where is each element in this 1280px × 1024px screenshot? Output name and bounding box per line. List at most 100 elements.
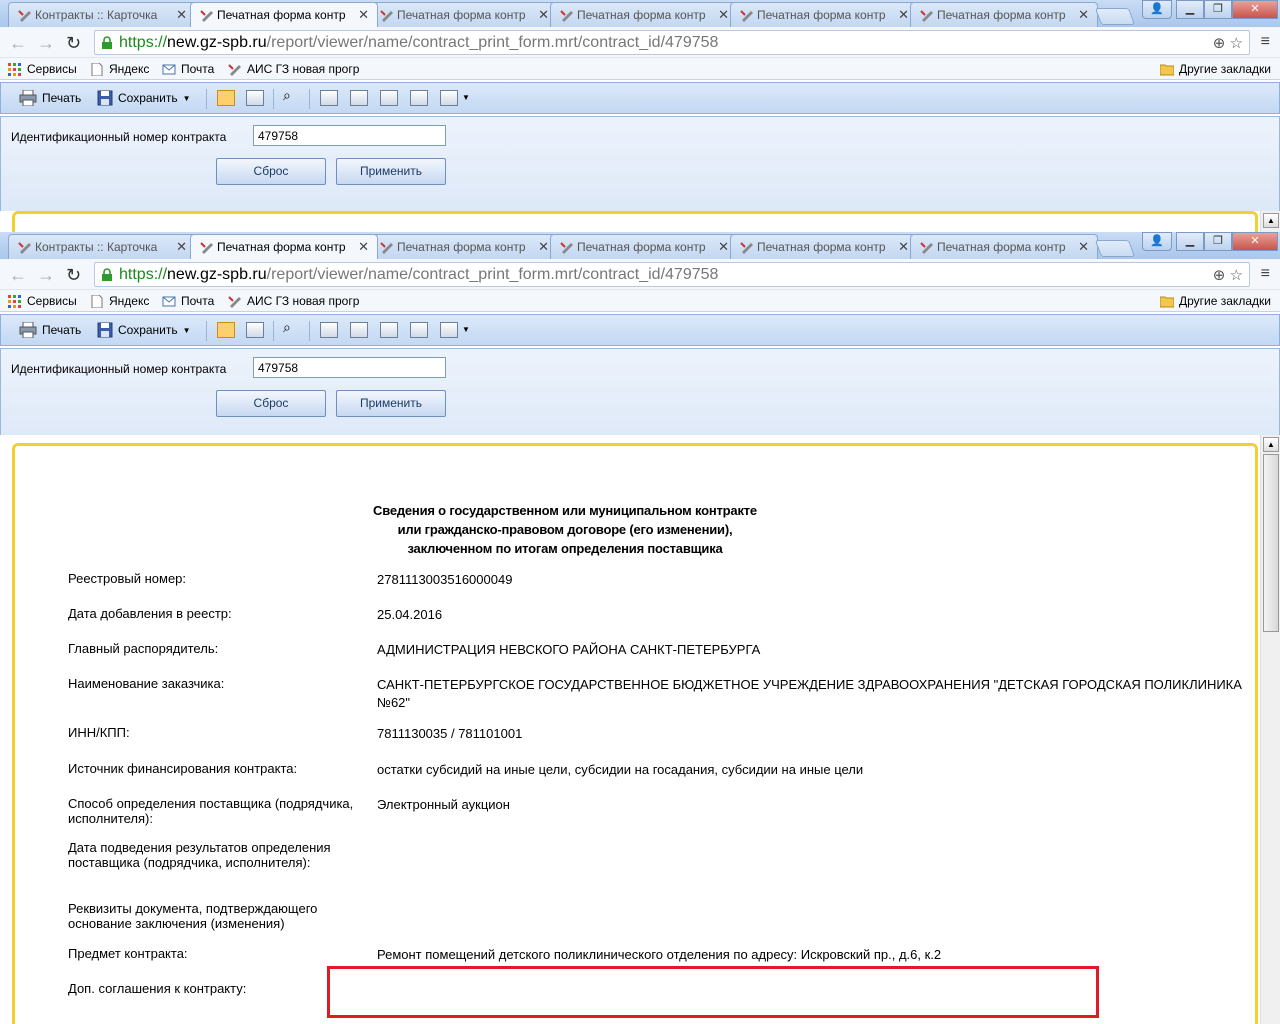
continuous-page-icon[interactable] — [350, 90, 368, 106]
bookmark-ais[interactable]: АИС ГЗ новая прогр — [228, 62, 359, 76]
apply-button[interactable]: Применить — [336, 390, 446, 417]
report-title-line: или гражданско-правовом договоре (его из… — [397, 522, 733, 537]
single-page-icon[interactable] — [320, 90, 338, 106]
browser-tab[interactable]: Печатная форма контр ✕ — [910, 2, 1098, 27]
back-icon[interactable]: ← — [9, 33, 27, 54]
browser-tab[interactable]: Печатная форма контр ✕ — [730, 2, 918, 27]
scrollbar-thumb[interactable] — [1263, 454, 1279, 632]
user-icon[interactable]: 👤 — [1142, 0, 1172, 19]
apps-icon — [8, 62, 21, 76]
menu-icon[interactable]: ≡ — [1261, 265, 1270, 283]
tab-close-icon[interactable]: ✕ — [176, 7, 187, 23]
zoom-icon[interactable]: ⊕ — [1213, 35, 1226, 52]
star-icon[interactable]: ☆ — [1230, 267, 1243, 284]
bookmark-yandex[interactable]: Яндекс — [90, 294, 149, 308]
parameters-panel-icon[interactable] — [246, 90, 264, 106]
address-bar[interactable]: https://new.gz-spb.ru/report/viewer/name… — [94, 262, 1250, 287]
tab-close-icon[interactable]: ✕ — [538, 239, 549, 255]
page-width-icon[interactable] — [410, 322, 428, 338]
maximize-button[interactable]: ❐ — [1204, 232, 1232, 251]
bookmark-services[interactable]: Сервисы — [8, 294, 77, 308]
close-window-button[interactable]: ✕ — [1232, 0, 1278, 19]
browser-tab[interactable]: Печатная форма контр ✕ — [550, 2, 738, 27]
tab-close-icon[interactable]: ✕ — [718, 239, 729, 255]
browser-window-main: Контракты :: Карточка ✕ Печатная форма к… — [0, 232, 1280, 1024]
tab-close-icon[interactable]: ✕ — [898, 239, 909, 255]
browser-tab[interactable]: Печатная форма контр ✕ — [730, 234, 918, 259]
bookmark-other[interactable]: Другие закладки — [1160, 62, 1271, 76]
star-icon[interactable]: ☆ — [1230, 35, 1243, 52]
bookmark-services[interactable]: Сервисы — [8, 62, 77, 76]
user-icon[interactable]: 👤 — [1142, 232, 1172, 251]
reload-icon[interactable]: ↻ — [66, 33, 81, 54]
forward-icon[interactable]: → — [37, 33, 55, 54]
tab-close-icon[interactable]: ✕ — [1078, 7, 1089, 23]
parameters-panel-icon[interactable] — [246, 322, 264, 338]
row-label: Предмет контракта: — [68, 946, 188, 961]
bookmark-mail[interactable]: Почта — [162, 62, 214, 76]
browser-tab[interactable]: Контракты :: Карточка ✕ — [8, 2, 196, 27]
zoom-icon[interactable]: ⊕ — [1213, 267, 1226, 284]
row-label: ИНН/КПП: — [68, 725, 130, 740]
continuous-page-icon[interactable] — [350, 322, 368, 338]
find-icon[interactable]: ⌕ — [283, 87, 301, 103]
tab-close-icon[interactable]: ✕ — [176, 239, 187, 255]
tab-close-icon[interactable]: ✕ — [358, 7, 369, 23]
single-page-icon[interactable] — [320, 322, 338, 338]
reset-button[interactable]: Сброс — [216, 390, 326, 417]
print-button[interactable]: Печать — [19, 90, 81, 106]
multi-page-icon[interactable] — [380, 90, 398, 106]
find-icon[interactable]: ⌕ — [283, 319, 301, 335]
reload-icon[interactable]: ↻ — [66, 265, 81, 286]
bookmarks-panel-icon[interactable] — [217, 90, 235, 106]
new-tab-button[interactable] — [1094, 240, 1136, 257]
close-window-button[interactable]: ✕ — [1232, 232, 1278, 251]
bookmark-yandex[interactable]: Яндекс — [90, 62, 149, 76]
browser-tab[interactable]: Печатная форма контр ✕ — [910, 234, 1098, 259]
apply-button[interactable]: Применить — [336, 158, 446, 185]
bookmark-other[interactable]: Другие закладки — [1160, 294, 1271, 308]
menu-icon[interactable]: ≡ — [1261, 33, 1270, 51]
bookmark-ais[interactable]: АИС ГЗ новая прогр — [228, 294, 359, 308]
back-icon[interactable]: ← — [9, 265, 27, 286]
contract-id-input[interactable]: 479758 — [253, 125, 446, 146]
vertical-scrollbar[interactable]: ▲ — [1260, 435, 1280, 1024]
browser-tab-active[interactable]: Печатная форма контр ✕ — [190, 2, 378, 27]
bookmarks-panel-icon[interactable] — [217, 322, 235, 338]
tab-close-icon[interactable]: ✕ — [1078, 239, 1089, 255]
tab-close-icon[interactable]: ✕ — [358, 239, 369, 255]
row-label: Способ определения поставщика (подрядчик… — [68, 796, 354, 826]
save-button[interactable]: Сохранить ▼ — [97, 322, 191, 338]
forward-icon[interactable]: → — [37, 265, 55, 286]
zoom-icon[interactable] — [440, 90, 458, 106]
scroll-up-icon[interactable]: ▲ — [1263, 213, 1279, 228]
scroll-up-icon[interactable]: ▲ — [1263, 437, 1279, 452]
vertical-scrollbar[interactable]: ▲ — [1260, 211, 1280, 232]
reset-button[interactable]: Сброс — [216, 158, 326, 185]
zoom-icon[interactable] — [440, 322, 458, 338]
browser-tab[interactable]: Печатная форма контр ✕ — [370, 234, 558, 259]
minimize-button[interactable]: ▁ — [1176, 232, 1204, 251]
tab-close-icon[interactable]: ✕ — [898, 7, 909, 23]
tab-close-icon[interactable]: ✕ — [538, 7, 549, 23]
multi-page-icon[interactable] — [380, 322, 398, 338]
zoom-dropdown-icon[interactable]: ▼ — [462, 93, 470, 102]
minimize-button[interactable]: ▁ — [1176, 0, 1204, 19]
browser-tab[interactable]: Печатная форма контр ✕ — [550, 234, 738, 259]
printer-icon — [19, 322, 37, 338]
browser-tab-active[interactable]: Печатная форма контр ✕ — [190, 234, 378, 259]
address-bar[interactable]: https://new.gz-spb.ru/report/viewer/name… — [94, 30, 1250, 55]
print-button[interactable]: Печать — [19, 322, 81, 338]
page-width-icon[interactable] — [410, 90, 428, 106]
tab-close-icon[interactable]: ✕ — [718, 7, 729, 23]
browser-tab[interactable]: Печатная форма контр ✕ — [370, 2, 558, 27]
maximize-button[interactable]: ❐ — [1204, 0, 1232, 19]
save-button[interactable]: Сохранить ▼ — [97, 90, 191, 106]
zoom-dropdown-icon[interactable]: ▼ — [462, 325, 470, 334]
new-tab-button[interactable] — [1094, 8, 1136, 25]
report-viewer: Сведения о государственном или муниципал… — [0, 435, 1280, 1024]
bookmark-mail[interactable]: Почта — [162, 294, 214, 308]
tab-strip: Контракты :: Карточка ✕ Печатная форма к… — [0, 232, 1280, 259]
contract-id-input[interactable]: 479758 — [253, 357, 446, 378]
browser-tab[interactable]: Контракты :: Карточка ✕ — [8, 234, 196, 259]
